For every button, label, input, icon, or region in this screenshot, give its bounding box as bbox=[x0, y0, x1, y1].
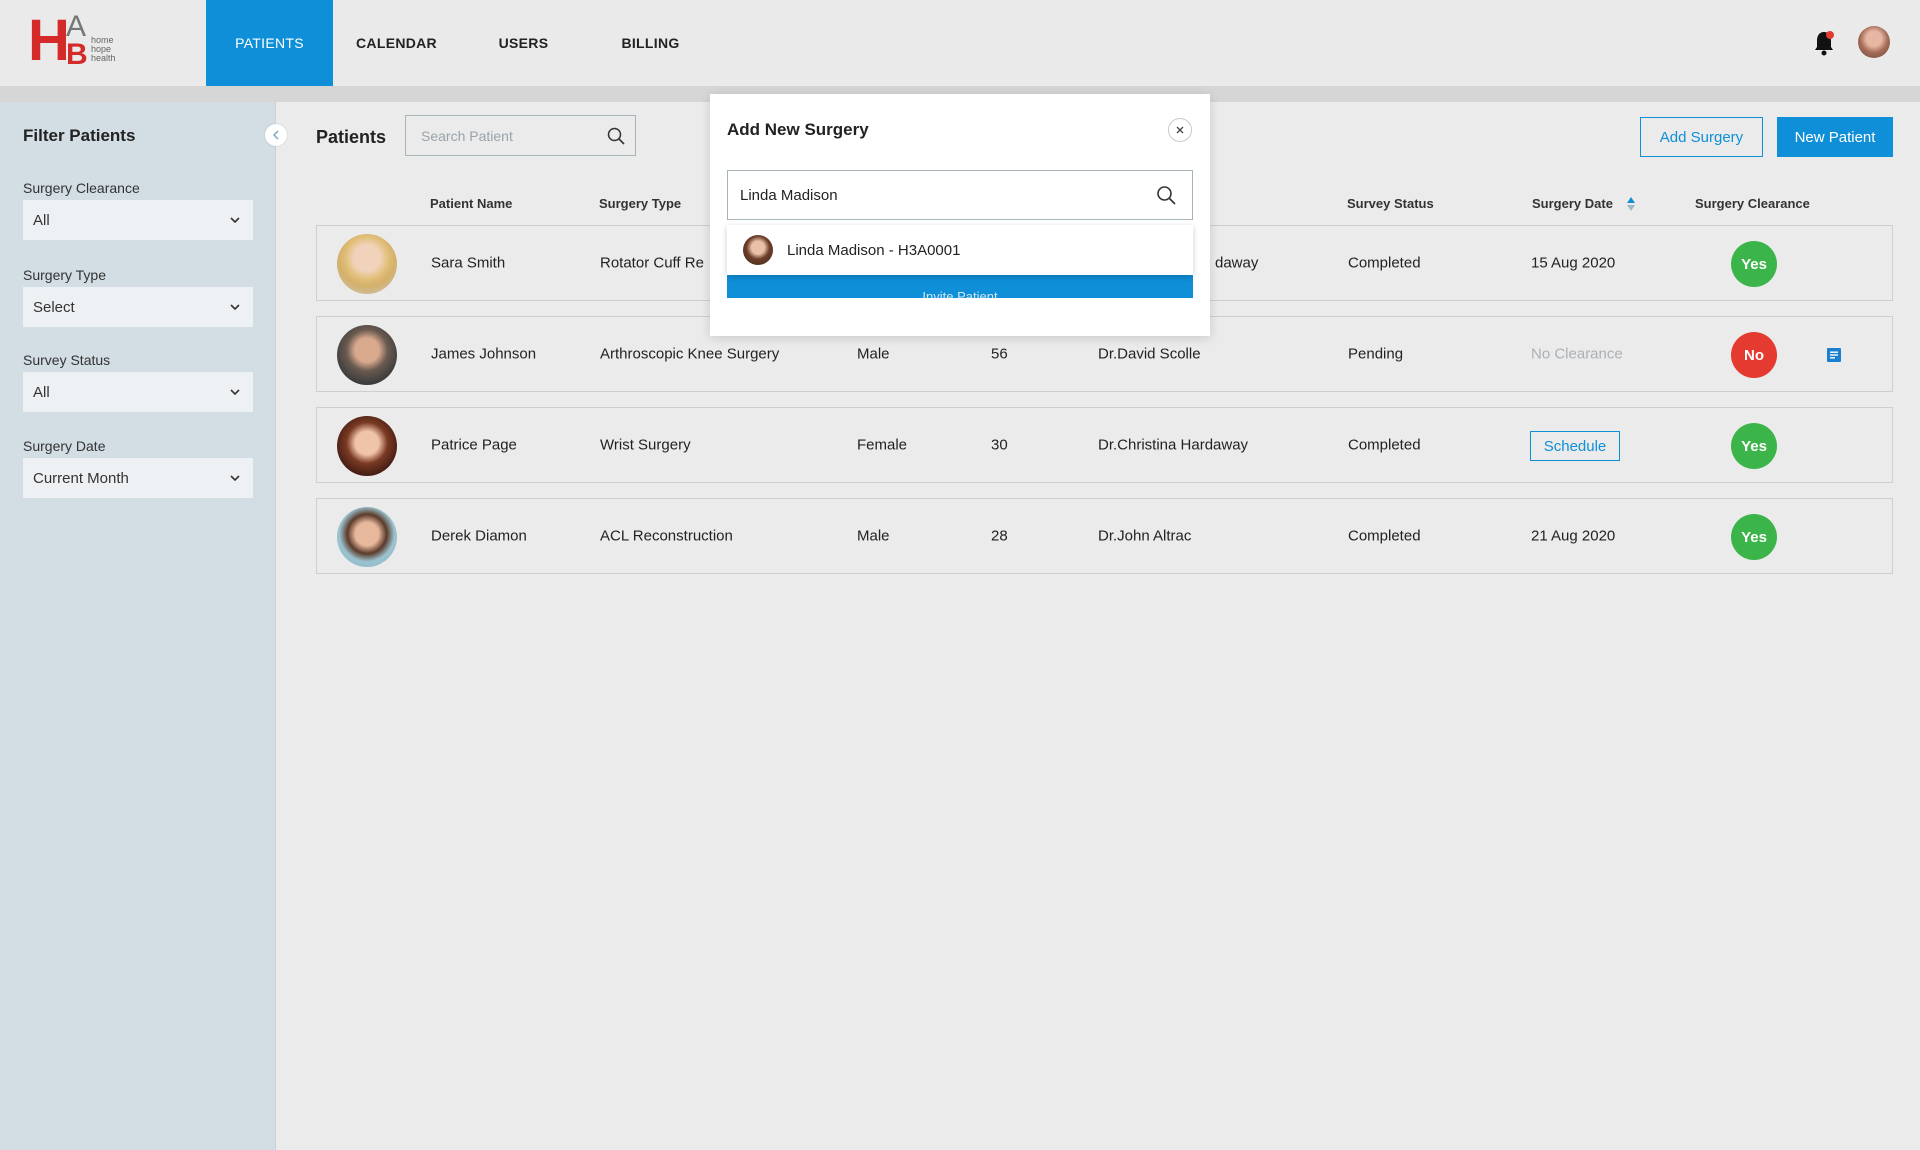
survey-status: Completed bbox=[1348, 527, 1421, 545]
select-value: All bbox=[33, 383, 50, 401]
filter-sidebar: Filter Patients Surgery Clearance All Su… bbox=[0, 102, 287, 1150]
filter-survey-status: Survey Status All bbox=[23, 352, 253, 412]
bell-icon[interactable] bbox=[1812, 28, 1836, 58]
add-surgery-button[interactable]: Add Surgery bbox=[1640, 117, 1763, 157]
search-icon[interactable] bbox=[1156, 185, 1176, 205]
surgery-date: 15 Aug 2020 bbox=[1531, 254, 1616, 272]
table-row[interactable]: Derek Diamon ACL Reconstruction Male 28 … bbox=[316, 498, 1893, 574]
filter-surgery-date: Surgery Date Current Month bbox=[23, 438, 253, 498]
clearance-badge: Yes bbox=[1731, 241, 1777, 287]
patient-photo bbox=[337, 507, 397, 567]
schedule-button[interactable]: Schedule bbox=[1530, 431, 1620, 461]
add-surgery-modal: Add New Surgery Linda Madison Invite Pat… bbox=[710, 94, 1210, 336]
surgery-date: 21 Aug 2020 bbox=[1531, 527, 1616, 545]
search-icon[interactable] bbox=[607, 127, 625, 145]
page-title: Patients bbox=[316, 127, 387, 147]
patient-name[interactable]: Patrice Page bbox=[431, 437, 517, 454]
patient-photo bbox=[337, 325, 397, 385]
nav-billing[interactable]: BILLING bbox=[587, 0, 714, 86]
nav-calendar[interactable]: CALENDAR bbox=[333, 0, 460, 86]
collapse-sidebar-button[interactable] bbox=[265, 124, 287, 146]
column-surgery-type[interactable]: Surgery Type bbox=[599, 196, 681, 211]
filter-label: Surgery Type bbox=[23, 267, 107, 283]
surgery-type: ACL Reconstruction bbox=[600, 527, 733, 545]
suggestion-avatar bbox=[743, 235, 773, 265]
modal-title: Add New Surgery bbox=[727, 120, 869, 139]
note-icon[interactable] bbox=[1826, 347, 1842, 363]
close-icon[interactable] bbox=[1168, 118, 1192, 142]
filter-label: Surgery Clearance bbox=[23, 180, 140, 196]
patient-photo bbox=[337, 416, 397, 476]
surgery-clearance-select[interactable]: All bbox=[23, 200, 253, 240]
chevron-down-icon bbox=[230, 217, 240, 224]
patient-name[interactable]: James Johnson bbox=[431, 346, 536, 363]
patient-name[interactable]: Sara Smith bbox=[431, 255, 505, 272]
sidebar-title: Filter Patients bbox=[23, 126, 136, 145]
select-value: Current Month bbox=[33, 469, 129, 487]
filter-surgery-clearance: Surgery Clearance All bbox=[23, 180, 253, 240]
invite-patient-label: Invite Patient bbox=[922, 289, 998, 298]
clearance-badge: No bbox=[1731, 332, 1777, 378]
doctor-name: daway bbox=[1215, 254, 1259, 272]
brand-logo[interactable]: H A B home hope health bbox=[28, 12, 128, 72]
doctor-name: Dr.Christina Hardaway bbox=[1098, 436, 1249, 454]
survey-status: Completed bbox=[1348, 436, 1421, 454]
table-row[interactable]: Patrice Page Wrist Surgery Female 30 Dr.… bbox=[316, 407, 1893, 483]
patient-photo bbox=[337, 234, 397, 294]
nav-patients[interactable]: PATIENTS bbox=[206, 0, 333, 86]
clearance-badge: Yes bbox=[1731, 514, 1777, 560]
patient-search-input[interactable]: Linda Madison bbox=[727, 170, 1193, 220]
column-survey-status[interactable]: Survey Status bbox=[1347, 196, 1434, 211]
surgery-type: Rotator Cuff Re bbox=[600, 254, 704, 272]
suggestion-label: Linda Madison - H3A0001 bbox=[787, 241, 961, 259]
select-value: All bbox=[33, 211, 50, 229]
top-navbar: H A B home hope health PATIENTS CALENDAR… bbox=[0, 0, 1920, 86]
column-surgery-date[interactable]: Surgery Date bbox=[1532, 196, 1613, 211]
patient-age: 28 bbox=[991, 527, 1008, 545]
filter-label: Surgery Date bbox=[23, 438, 106, 454]
patient-age: 56 bbox=[991, 345, 1008, 363]
patient-name[interactable]: Derek Diamon bbox=[431, 528, 527, 545]
patient-gender: Male bbox=[857, 345, 890, 363]
patient-suggestion-item[interactable]: Linda Madison - H3A0001 bbox=[727, 225, 1193, 275]
doctor-name: Dr.David Scolle bbox=[1098, 345, 1201, 363]
survey-status-select[interactable]: All bbox=[23, 372, 253, 412]
survey-status: Completed bbox=[1348, 254, 1421, 272]
invite-patient-button[interactable]: Invite Patient bbox=[727, 274, 1193, 298]
sort-icon[interactable] bbox=[1626, 196, 1636, 212]
chevron-down-icon bbox=[230, 475, 240, 482]
patient-gender: Male bbox=[857, 527, 890, 545]
surgery-type: Wrist Surgery bbox=[600, 436, 691, 454]
column-patient-name[interactable]: Patient Name bbox=[430, 196, 512, 211]
search-placeholder: Search Patient bbox=[421, 127, 513, 144]
surgery-type: Arthroscopic Knee Surgery bbox=[600, 345, 780, 363]
column-surgery-clearance[interactable]: Surgery Clearance bbox=[1695, 196, 1810, 211]
survey-status: Pending bbox=[1348, 345, 1404, 363]
nav-users[interactable]: USERS bbox=[460, 0, 587, 86]
filter-label: Survey Status bbox=[23, 352, 111, 368]
surgery-date: No Clearance bbox=[1531, 345, 1623, 363]
chevron-down-icon bbox=[230, 389, 240, 396]
search-input[interactable]: Search Patient bbox=[405, 115, 636, 156]
clearance-badge: Yes bbox=[1731, 423, 1777, 469]
main-nav: PATIENTS CALENDAR USERS BILLING bbox=[206, 0, 714, 86]
filter-surgery-type: Surgery Type Select bbox=[23, 267, 253, 327]
chevron-down-icon bbox=[230, 304, 240, 311]
logo-tagline: home hope health bbox=[91, 35, 116, 63]
new-patient-button[interactable]: New Patient bbox=[1777, 117, 1893, 157]
doctor-name: Dr.John Altrac bbox=[1098, 527, 1192, 545]
surgery-type-select[interactable]: Select bbox=[23, 287, 253, 327]
surgery-date-select[interactable]: Current Month bbox=[23, 458, 253, 498]
patient-gender: Female bbox=[857, 436, 908, 454]
patient-age: 30 bbox=[991, 436, 1008, 454]
patient-search-value: Linda Madison bbox=[740, 186, 838, 204]
select-value: Select bbox=[33, 298, 75, 316]
user-avatar[interactable] bbox=[1858, 26, 1890, 58]
